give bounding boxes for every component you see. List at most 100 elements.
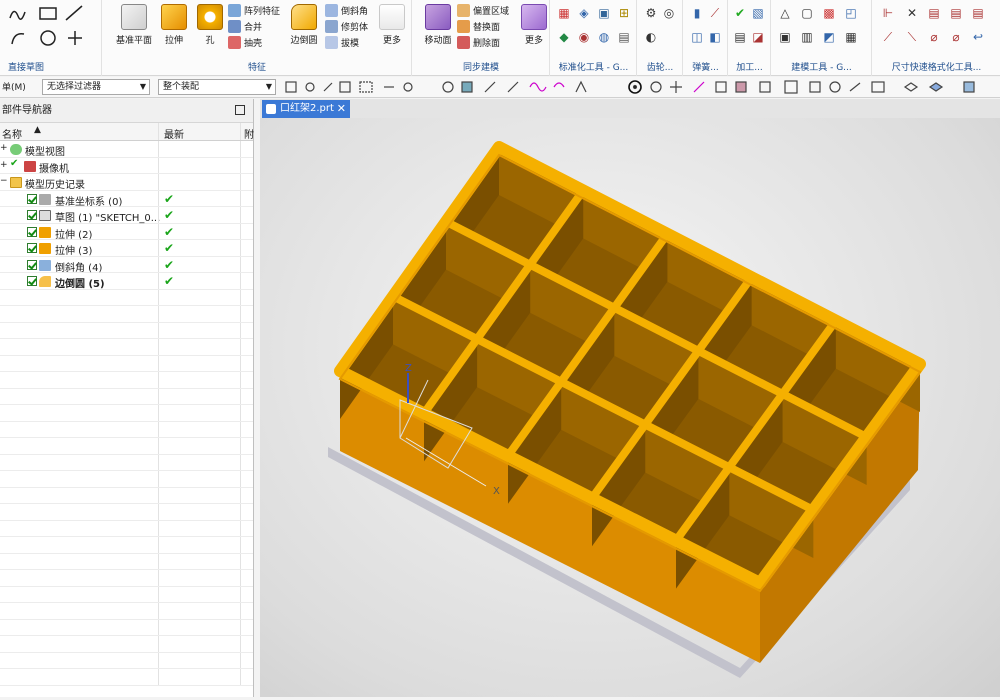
modeling-tool-icon-5[interactable]: ▣ <box>778 30 792 44</box>
column-latest[interactable]: 最新 <box>164 126 184 141</box>
dim-tool-icon-8[interactable]: ⌀ <box>927 30 941 44</box>
machining-tool-icon-1[interactable]: ✔ <box>733 6 747 20</box>
feature-more-button[interactable]: 更多 <box>371 2 413 54</box>
model-3d[interactable]: Z X <box>260 118 1000 697</box>
machining-tool-icon-4[interactable]: ◪ <box>751 30 765 44</box>
dim-close-icon[interactable]: ✕ <box>905 6 919 20</box>
tree-row-chamfer[interactable]: 倒斜角 (4) ✔ <box>0 256 253 274</box>
tree-row-extrude-2[interactable]: 拉伸 (2) ✔ <box>0 223 253 241</box>
tree-row-datum-csys[interactable]: 基准坐标系 (0) ✔ <box>0 190 253 208</box>
checkbox[interactable] <box>27 276 37 286</box>
tool-icon-7[interactable]: ◍ <box>597 30 611 44</box>
dim-tool-icon-10[interactable]: ↩ <box>971 30 985 44</box>
up-to-date-check-icon: ✔ <box>164 257 175 272</box>
dim-tool-icon-1[interactable]: ⊩ <box>881 6 895 20</box>
extrude-feature-icon <box>39 243 51 254</box>
checkbox[interactable] <box>27 259 37 270</box>
tree-label: 摄像机 <box>39 163 69 175</box>
spring-tool-icon-4[interactable]: ◧ <box>708 30 722 44</box>
collapse-icon[interactable]: − <box>0 176 8 186</box>
pattern-button[interactable]: 阵列特征 <box>228 2 280 19</box>
gear-tool-icon-2[interactable]: ◎ <box>662 6 676 20</box>
dim-tool-icon-9[interactable]: ⌀ <box>949 30 963 44</box>
dim-tool-icon-4[interactable]: ▤ <box>949 6 963 20</box>
move-face-button[interactable]: 移动面 <box>417 2 459 54</box>
menu-button[interactable]: 单(M) <box>2 80 26 93</box>
graphics-viewport[interactable]: Z X <box>260 118 1000 697</box>
modeling-tool-icon-7[interactable]: ◩ <box>822 30 836 44</box>
maximize-icon[interactable] <box>235 105 245 115</box>
tool-icon-4[interactable]: ⊞ <box>617 6 631 20</box>
checkbox[interactable] <box>27 193 37 204</box>
expand-icon[interactable]: + <box>0 143 8 153</box>
sort-up-icon[interactable]: ▲ <box>34 125 41 135</box>
frame-icon[interactable]: ▢ <box>800 6 814 20</box>
tool-icon-8[interactable]: ▤ <box>617 30 631 44</box>
modeling-tool-icon-6[interactable]: ▥ <box>800 30 814 44</box>
dimension-format-group: ⊩ ✕ ▤ ▤ ▤ ⟋ ⟍ ⌀ ⌀ ↩ 尺寸快速格式化工具... <box>873 0 1000 76</box>
draft-button[interactable]: 拔模 <box>325 34 359 51</box>
hole-button[interactable]: 孔 <box>189 2 231 54</box>
tree-row-sketch[interactable]: 草图 (1) "SKETCH_0... ✔ <box>0 207 253 224</box>
checkbox[interactable] <box>27 210 37 220</box>
edge-blend-button[interactable]: 边倒圆 <box>283 2 325 54</box>
z-axis-label: Z <box>405 363 412 374</box>
machining-tool-icon-2[interactable]: ▧ <box>751 6 765 20</box>
sync-more-button[interactable]: 更多 <box>513 2 555 54</box>
gear-tool-icon-3[interactable]: ◐ <box>644 30 658 44</box>
expand-icon[interactable]: + <box>0 160 8 170</box>
column-divider[interactable] <box>240 123 241 140</box>
empty-row <box>0 652 253 669</box>
trim-body-button[interactable]: 修剪体 <box>325 18 368 35</box>
dim-tool-icon-3[interactable]: ▤ <box>927 6 941 20</box>
dim-tool-icon-5[interactable]: ▤ <box>971 6 985 20</box>
machining-tool-icon-3[interactable]: ▤ <box>733 30 747 44</box>
tree-row-model-views[interactable]: + 模型视图 <box>0 141 253 158</box>
scope-dropdown[interactable]: 整个装配 ▼ <box>158 79 276 95</box>
tree-row-edge-blend[interactable]: 边倒圆 (5) ✔ <box>0 273 253 290</box>
tree-row-history[interactable]: − 模型历史记录 <box>0 174 253 191</box>
chamfer-button[interactable]: 倒斜角 <box>325 2 368 19</box>
delete-face-button[interactable]: 删除面 <box>457 34 500 51</box>
dim-tool-icon-7[interactable]: ⟍ <box>905 30 919 44</box>
spring-tool-icon-1[interactable]: ▮ <box>690 6 704 20</box>
filter-dropdown[interactable]: 无选择过滤器 ▼ <box>42 79 150 95</box>
tool-icon-3[interactable]: ▣ <box>597 6 611 20</box>
modeling-tool-icon-3[interactable]: ▩ <box>822 6 836 20</box>
column-extra[interactable]: 附 <box>244 126 254 141</box>
shell-button[interactable]: 抽壳 <box>228 34 262 51</box>
datum-csys-icon <box>39 193 51 205</box>
group-label-dimension-format: 尺寸快速格式化工具... <box>891 63 982 73</box>
tool-icon-6[interactable]: ◉ <box>577 30 591 44</box>
tree-row-extrude-3[interactable]: 拉伸 (3) ✔ <box>0 240 253 257</box>
sketch-tools-icons[interactable] <box>2 2 102 54</box>
modeling-tool-icon-8[interactable]: ▦ <box>844 30 858 44</box>
spring-tool-icon-3[interactable]: ◫ <box>690 30 704 44</box>
column-divider[interactable] <box>158 123 159 140</box>
datum-plane-button[interactable]: 基准平面 <box>113 2 155 54</box>
empty-row <box>0 471 253 488</box>
empty-row <box>0 570 253 587</box>
snap-toolbar-icons[interactable] <box>280 77 1000 97</box>
empty-row <box>0 372 253 389</box>
close-icon[interactable]: ✕ <box>337 100 346 118</box>
tool-icon-2[interactable]: ◈ <box>577 6 591 20</box>
unite-button[interactable]: 合并 <box>228 18 262 35</box>
tool-icon-1[interactable]: ▦ <box>557 6 571 20</box>
replace-face-icon <box>457 20 470 33</box>
draft-icon <box>325 36 338 49</box>
scope-value: 整个装配 <box>163 82 200 92</box>
column-name[interactable]: 名称 <box>2 126 22 141</box>
spring-tool-icon-2[interactable]: ⟋ <box>708 6 722 20</box>
triangle-icon[interactable]: △ <box>778 6 792 20</box>
checkbox[interactable] <box>27 243 37 253</box>
modeling-tool-icon-4[interactable]: ◰ <box>844 6 858 20</box>
gear-tool-icon-1[interactable]: ⚙ <box>644 6 658 20</box>
dim-tool-icon-6[interactable]: ⟋ <box>881 30 895 44</box>
document-tab[interactable]: 口红架2.prt ✕ <box>262 100 350 118</box>
replace-face-button[interactable]: 替换面 <box>457 18 500 35</box>
checkbox[interactable] <box>27 226 37 237</box>
offset-region-button[interactable]: 偏置区域 <box>457 2 509 19</box>
tool-icon-5[interactable]: ◆ <box>557 30 571 44</box>
tree-row-camera[interactable]: + ✔ 摄像机 <box>0 157 253 175</box>
